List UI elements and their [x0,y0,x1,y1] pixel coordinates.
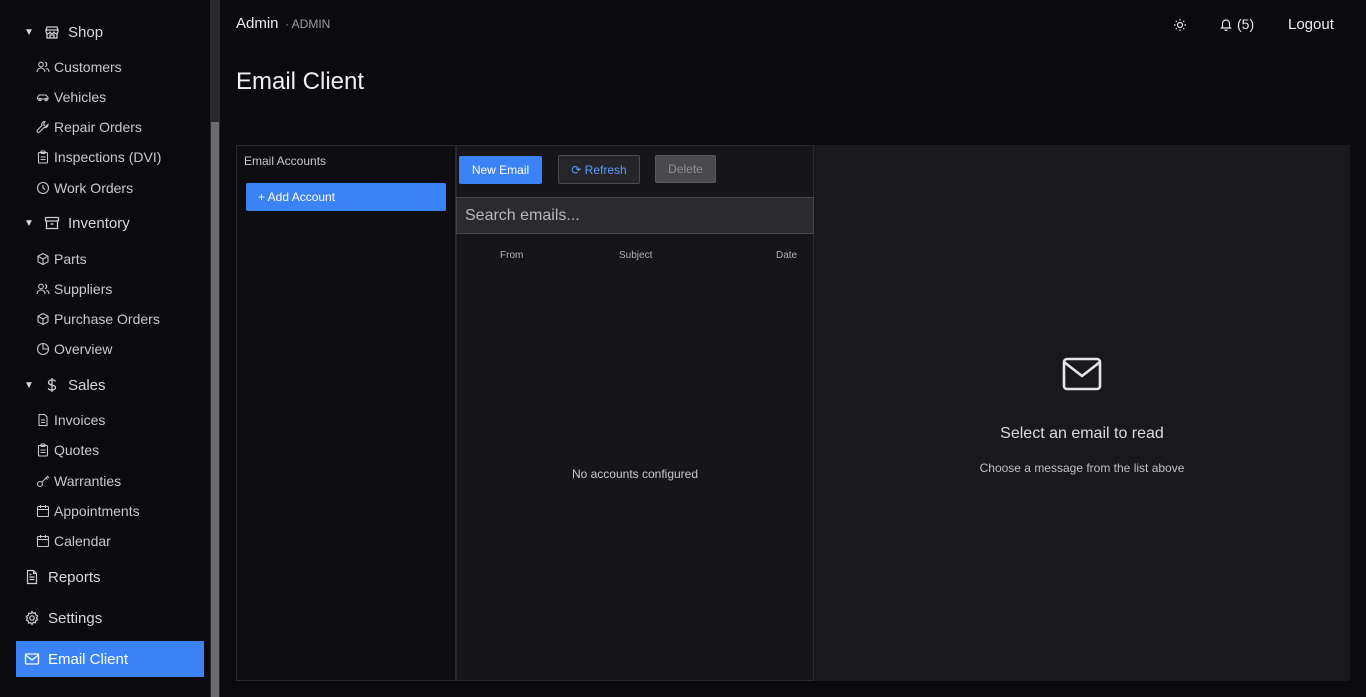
sidebar-group-label: Inventory [68,214,130,232]
empty-list-message: No accounts configured [571,467,699,481]
caret-down-icon: ▼ [24,379,34,391]
clipboard-icon [36,150,50,164]
store-icon [42,24,62,40]
sidebar-group-label: Sales [68,376,106,394]
user-role: · ADMIN [285,17,331,31]
sidebar-item-label: Repair Orders [54,119,142,135]
sidebar-item-label: Inspections (DVI) [54,149,162,165]
sidebar-group-sales[interactable]: ▼ Sales [24,373,106,397]
calendar-icon [36,504,50,518]
caret-down-icon: ▼ [24,26,34,38]
sidebar-item-label: Email Client [48,650,129,668]
archive-icon [42,215,62,231]
key-icon [36,474,50,488]
car-icon [36,90,50,104]
package-icon [36,252,50,266]
clock-icon [36,181,50,195]
logout-button[interactable]: Logout [1288,16,1334,33]
users-icon [36,282,50,296]
sidebar-scrollbar-thumb[interactable] [211,122,219,697]
sidebar-item-appointments[interactable]: Appointments [36,501,140,521]
sidebar-item-label: Quotes [54,442,100,458]
file-text-icon [24,569,40,585]
sidebar-item-label: Invoices [54,412,106,428]
theme-toggle-sun-icon[interactable] [1173,18,1187,32]
wrench-icon [36,120,50,134]
sidebar-item-purchase-orders[interactable]: Purchase Orders [36,309,160,329]
sidebar-item-suppliers[interactable]: Suppliers [36,279,112,299]
sidebar-item-email-client[interactable]: Email Client [16,641,204,677]
sidebar-group-shop[interactable]: ▼ Shop [24,20,103,44]
email-reader-panel: Select an email to read Choose a message… [814,145,1350,681]
clipboard-icon [36,443,50,457]
sidebar-item-work-orders[interactable]: Work Orders [36,178,133,198]
sidebar-group-label: Shop [68,23,104,41]
caret-down-icon: ▼ [24,217,34,229]
sidebar-item-warranties[interactable]: Warranties [36,471,121,491]
sidebar-item-label: Settings [48,609,103,627]
sidebar-item-label: Warranties [54,473,122,489]
sidebar-item-label: Purchase Orders [54,311,160,327]
sidebar-item-label: Reports [48,568,101,586]
delete-button[interactable]: Delete [655,155,716,183]
sidebar-item-label: Suppliers [54,281,113,297]
sidebar-item-label: Parts [54,251,87,267]
file-icon [36,413,50,427]
email-accounts-panel: Email Accounts + Add Account [236,145,456,681]
sidebar-item-repair-orders[interactable]: Repair Orders [36,117,142,137]
sidebar-item-label: Vehicles [54,89,107,105]
add-account-button[interactable]: + Add Account [246,183,446,211]
gear-icon [24,610,40,626]
reader-empty-title: Select an email to read [1000,425,1164,442]
column-header-from[interactable]: From [500,250,523,261]
package-icon [36,312,50,326]
bell-icon [1219,17,1233,31]
page-title: Email Client [236,68,365,95]
email-accounts-title: Email Accounts [244,154,327,168]
sidebar-item-parts[interactable]: Parts [36,249,87,269]
sidebar-item-calendar[interactable]: Calendar [36,531,111,551]
sidebar-item-label: Appointments [54,503,140,519]
pie-chart-icon [36,342,50,356]
calendar-icon [36,534,50,548]
column-header-subject[interactable]: Subject [619,250,652,261]
sidebar-group-inventory[interactable]: ▼ Inventory [24,211,130,235]
sidebar-item-invoices[interactable]: Invoices [36,410,105,430]
sidebar-item-label: Calendar [54,533,111,549]
sidebar-item-inspections[interactable]: Inspections (DVI) [36,147,161,167]
new-email-button[interactable]: New Email [459,156,542,184]
mail-icon [24,651,40,667]
sidebar-item-overview[interactable]: Overview [36,339,112,359]
user-name: Admin [236,15,279,32]
sidebar-item-label: Work Orders [54,180,134,196]
sidebar-item-label: Overview [54,341,113,357]
sidebar-item-customers[interactable]: Customers [36,57,122,77]
dollar-icon [42,377,62,393]
sidebar-item-settings[interactable]: Settings [24,607,102,629]
users-icon [36,60,50,74]
refresh-button[interactable]: ⟳ Refresh [558,155,640,184]
email-list-panel: New Email ⟳ Refresh Delete From Subject … [456,145,814,681]
sidebar-item-vehicles[interactable]: Vehicles [36,87,106,107]
search-input[interactable] [456,197,814,234]
sidebar-item-label: Customers [54,59,122,75]
sidebar: ▼ Shop Customers Vehicles Repair Orders … [0,0,210,697]
sidebar-item-quotes[interactable]: Quotes [36,440,99,460]
sidebar-item-reports[interactable]: Reports [24,566,101,588]
notifications-count: (5) [1237,16,1255,32]
column-header-date[interactable]: Date [776,250,797,261]
reader-empty-subtitle: Choose a message from the list above [979,461,1185,475]
mail-icon [1062,357,1102,391]
notifications-button[interactable]: (5) [1219,16,1254,32]
